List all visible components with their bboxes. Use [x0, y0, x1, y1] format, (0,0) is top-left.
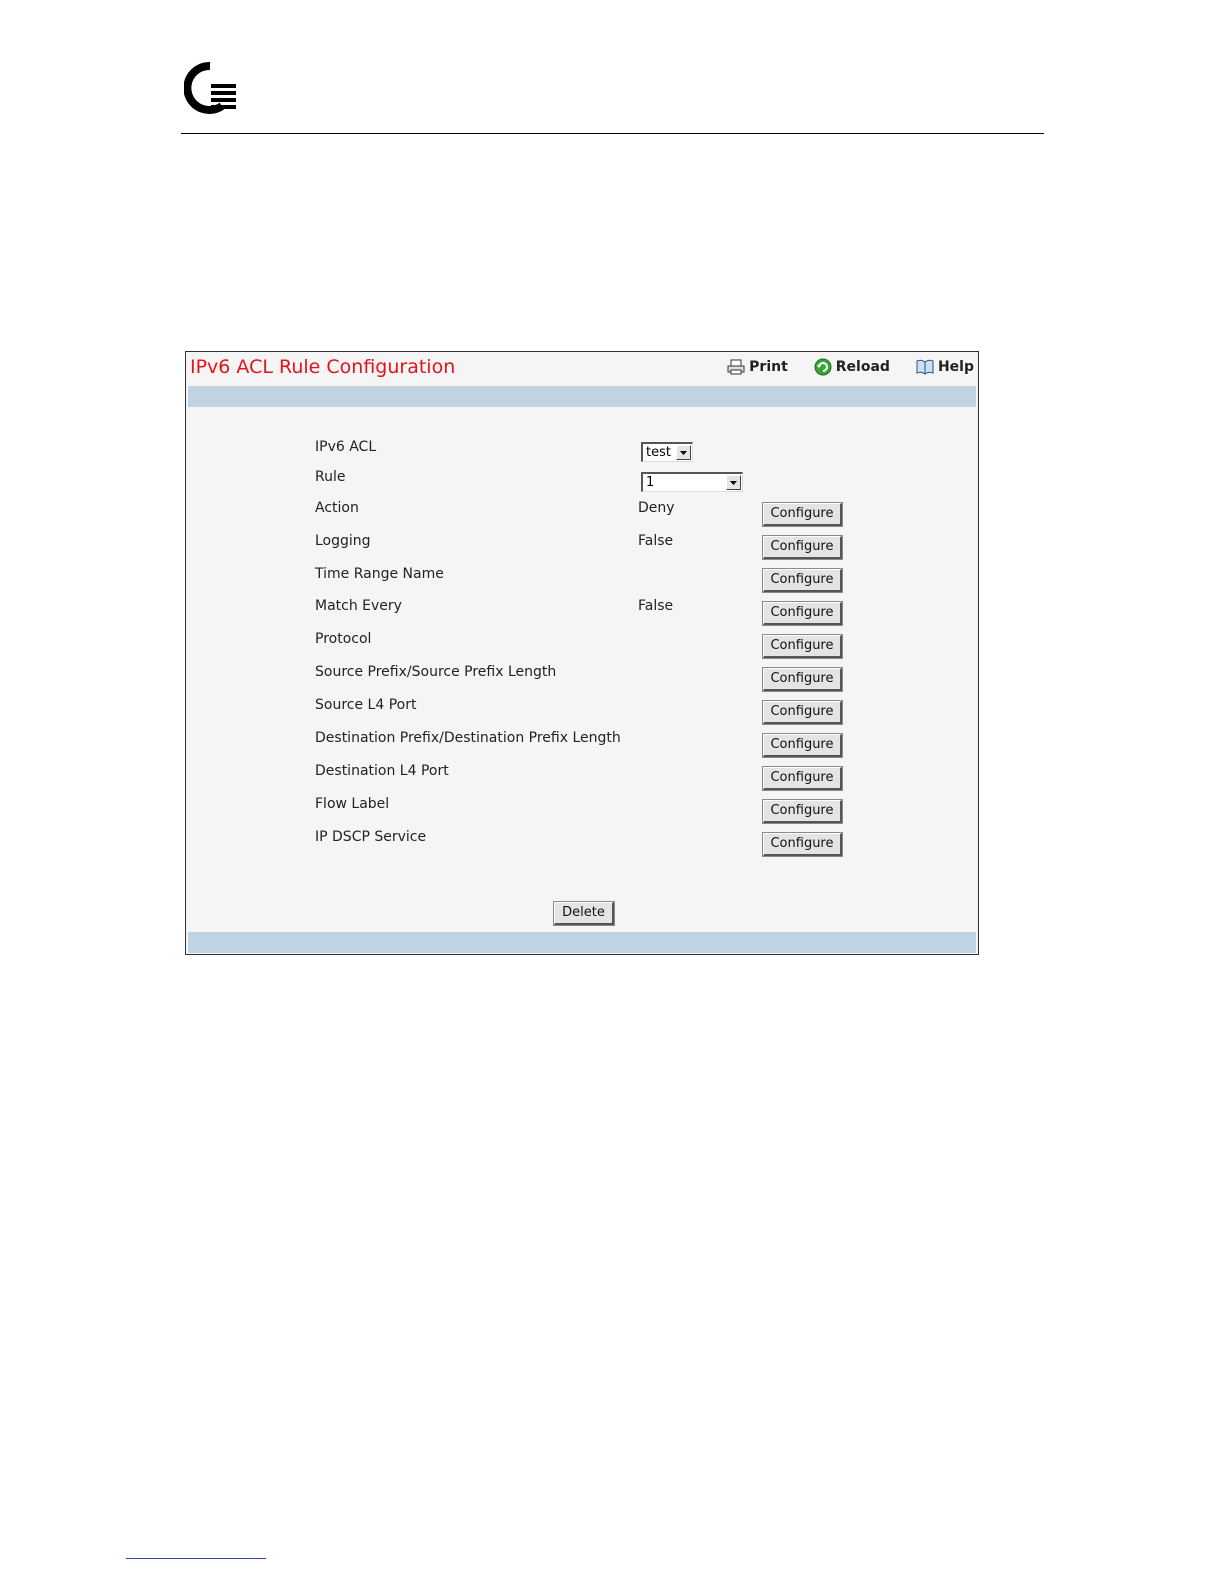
reload-button[interactable]: Reload — [814, 358, 890, 376]
configure-action-button[interactable]: Configure — [762, 502, 843, 527]
row-label: IP DSCP Service — [315, 829, 427, 845]
row-label: Action — [315, 500, 359, 516]
acl-rule-panel: IPv6 ACL Rule Configuration Print Reload — [185, 351, 979, 955]
configure-destination-l4-port-button[interactable]: Configure — [762, 766, 843, 791]
rule-selected: 1 — [646, 475, 655, 490]
help-button[interactable]: Help — [916, 359, 974, 375]
configure-time-range-button[interactable]: Configure — [762, 568, 843, 593]
book-icon — [916, 359, 934, 375]
reload-icon — [814, 358, 832, 376]
row-value: Deny — [638, 500, 675, 516]
help-label: Help — [937, 359, 974, 375]
footer-band — [188, 932, 976, 953]
configure-flow-label-button[interactable]: Configure — [762, 799, 843, 824]
row-label: Logging — [315, 533, 371, 549]
row-label: Source L4 Port — [315, 697, 417, 713]
row-label: Protocol — [315, 631, 372, 647]
configure-protocol-button[interactable]: Configure — [762, 634, 843, 659]
ipv6-acl-selected: test — [646, 445, 671, 460]
reload-label: Reload — [835, 359, 890, 375]
row-label: Flow Label — [315, 796, 390, 812]
row-label: Time Range Name — [315, 566, 444, 582]
row-label: Match Every — [315, 598, 402, 614]
configure-logging-button[interactable]: Configure — [762, 535, 843, 560]
configure-source-prefix-button[interactable]: Configure — [762, 667, 843, 692]
chevron-down-icon[interactable] — [726, 475, 741, 490]
ipv6-acl-select[interactable]: test — [641, 442, 693, 462]
page-title: IPv6 ACL Rule Configuration — [190, 356, 456, 378]
rule-label: Rule — [315, 469, 346, 485]
printer-icon — [727, 359, 745, 375]
footer-divider — [126, 1558, 266, 1559]
row-label: Source Prefix/Source Prefix Length — [315, 664, 557, 680]
rule-select[interactable]: 1 — [641, 472, 743, 492]
row-label: Destination Prefix/Destination Prefix Le… — [315, 730, 621, 746]
configure-match-every-button[interactable]: Configure — [762, 601, 843, 626]
ipv6-acl-label: IPv6 ACL — [315, 439, 377, 455]
row-value: False — [638, 598, 674, 614]
header-band — [188, 386, 976, 407]
configure-destination-prefix-button[interactable]: Configure — [762, 733, 843, 758]
configure-ip-dscp-button[interactable]: Configure — [762, 832, 843, 857]
chevron-down-icon[interactable] — [676, 445, 691, 460]
toolbar: Print Reload Help — [701, 358, 974, 376]
print-button[interactable]: Print — [727, 359, 788, 375]
company-logo-icon — [184, 62, 236, 114]
configure-source-l4-port-button[interactable]: Configure — [762, 700, 843, 725]
row-value: False — [638, 533, 674, 549]
delete-button[interactable]: Delete — [553, 901, 615, 926]
header-divider — [181, 133, 1044, 134]
print-label: Print — [749, 359, 788, 375]
row-label: Destination L4 Port — [315, 763, 449, 779]
